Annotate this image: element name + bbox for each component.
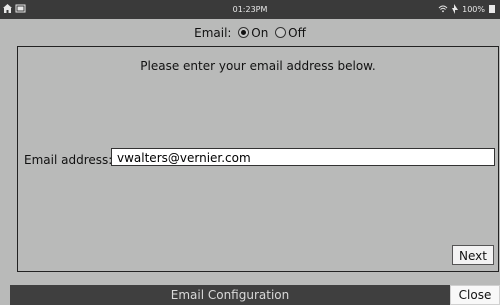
power-icon [452,4,459,14]
wifi-icon [438,5,448,13]
status-right: 100% [438,4,496,14]
email-address-input[interactable]: vwalters@vernier.com [111,148,495,166]
email-off-label[interactable]: Off [288,26,306,40]
battery-percentage: 100% [462,4,485,14]
email-address-label: Email address: [24,153,113,167]
next-button[interactable]: Next [452,245,494,265]
email-off-radio[interactable] [275,27,287,38]
battery-icon [489,5,495,13]
email-toggle-label: Email: [194,26,232,40]
email-panel: Please enter your email address below. E… [17,46,499,272]
status-time: 01:23PM [232,5,268,14]
close-button[interactable]: Close [450,285,500,305]
email-toggle-row: Email: On Off [0,26,500,40]
status-bar: 01:23PM 100% [0,0,500,19]
email-on-radio[interactable] [238,27,250,38]
email-on-label[interactable]: On [251,26,268,40]
bottom-title: Email Configuration [170,288,290,302]
bottom-bar: Email Configuration Close [10,285,500,305]
instruction-text: Please enter your email address below. [140,59,376,73]
